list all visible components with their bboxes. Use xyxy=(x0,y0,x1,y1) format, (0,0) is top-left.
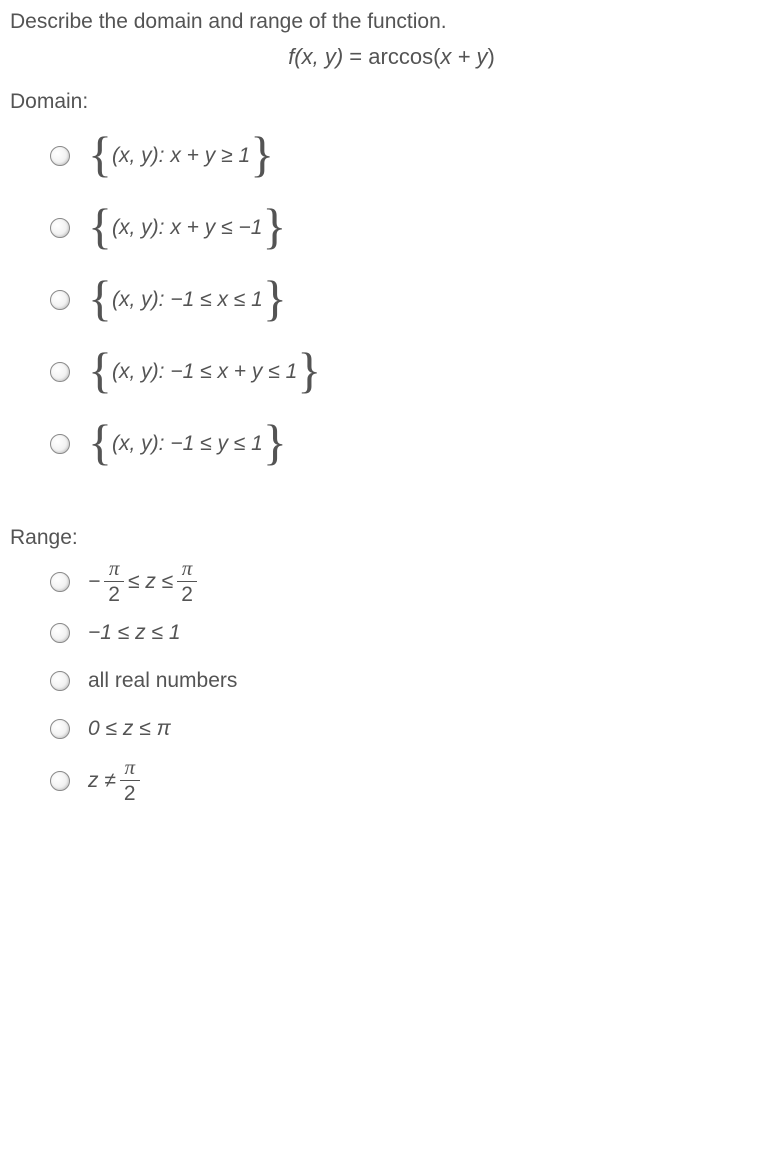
set-inner: (x, y): −1 ≤ y ≤ 1 xyxy=(112,432,263,456)
formula-lhs: f(x, y) xyxy=(288,44,343,69)
domain-option-5[interactable]: { (x, y): −1 ≤ y ≤ 1 } xyxy=(50,414,773,474)
domain-option-4[interactable]: { (x, y): −1 ≤ x + y ≤ 1 } xyxy=(50,342,773,402)
formula-eq: = xyxy=(343,44,368,69)
range-options: − π 2 ≤ z ≤ π 2 −1 ≤ z ≤ 1 all real numb… xyxy=(10,558,773,804)
radio-icon[interactable] xyxy=(50,146,70,166)
radio-icon[interactable] xyxy=(50,362,70,382)
option-math: − π 2 ≤ z ≤ π 2 xyxy=(88,558,201,605)
radio-icon[interactable] xyxy=(50,719,70,739)
option-math: z ≠ π 2 xyxy=(88,757,144,804)
radio-icon[interactable] xyxy=(50,771,70,791)
fraction-den: 2 xyxy=(177,581,197,605)
neg-sign: − xyxy=(88,570,100,594)
fraction-den: 2 xyxy=(104,581,124,605)
fraction-den: 2 xyxy=(120,780,140,804)
radio-icon[interactable] xyxy=(50,671,70,691)
option-math: { (x, y): −1 ≤ y ≤ 1 } xyxy=(88,432,287,456)
inequality-mid: ≤ z ≤ xyxy=(128,570,173,594)
formula-rhs-close: ) xyxy=(487,44,494,69)
option-math: { (x, y): x + y ≤ −1 } xyxy=(88,216,286,240)
domain-label: Domain: xyxy=(10,90,773,114)
domain-option-2[interactable]: { (x, y): x + y ≤ −1 } xyxy=(50,198,773,258)
z-neq: z ≠ xyxy=(88,769,116,793)
set-inner: (x, y): x + y ≤ −1 xyxy=(112,216,262,240)
domain-options: { (x, y): x + y ≥ 1 } { (x, y): x + y ≤ … xyxy=(10,126,773,474)
formula-rhs-arg: x + y xyxy=(440,44,487,69)
radio-icon[interactable] xyxy=(50,434,70,454)
formula-rhs-fn: arccos( xyxy=(368,44,440,69)
fraction: π 2 xyxy=(104,558,124,605)
set-inner: (x, y): x + y ≥ 1 xyxy=(112,144,250,168)
radio-icon[interactable] xyxy=(50,290,70,310)
option-math: { (x, y): −1 ≤ x ≤ 1 } xyxy=(88,288,287,312)
range-option-4[interactable]: 0 ≤ z ≤ π xyxy=(50,709,773,749)
range-option-2[interactable]: −1 ≤ z ≤ 1 xyxy=(50,613,773,653)
function-formula: f(x, y) = arccos(x + y) xyxy=(10,44,773,70)
radio-icon[interactable] xyxy=(50,623,70,643)
fraction-num: π xyxy=(120,757,139,780)
domain-option-1[interactable]: { (x, y): x + y ≥ 1 } xyxy=(50,126,773,186)
radio-icon[interactable] xyxy=(50,218,70,238)
range-option-1[interactable]: − π 2 ≤ z ≤ π 2 xyxy=(50,558,773,605)
option-math: { (x, y): x + y ≥ 1 } xyxy=(88,144,274,168)
option-math: −1 ≤ z ≤ 1 xyxy=(88,621,181,645)
set-inner: (x, y): −1 ≤ x ≤ 1 xyxy=(112,288,263,312)
option-math: { (x, y): −1 ≤ x + y ≤ 1 } xyxy=(88,360,321,384)
fraction-num: π xyxy=(105,558,124,581)
range-label: Range: xyxy=(10,526,773,550)
set-inner: (x, y): −1 ≤ x + y ≤ 1 xyxy=(112,360,297,384)
option-math: 0 ≤ z ≤ π xyxy=(88,717,171,741)
question-text: Describe the domain and range of the fun… xyxy=(10,10,773,34)
fraction: π 2 xyxy=(120,757,140,804)
option-text: all real numbers xyxy=(88,669,237,693)
range-option-5[interactable]: z ≠ π 2 xyxy=(50,757,773,804)
fraction-num: π xyxy=(178,558,197,581)
domain-option-3[interactable]: { (x, y): −1 ≤ x ≤ 1 } xyxy=(50,270,773,330)
radio-icon[interactable] xyxy=(50,572,70,592)
fraction: π 2 xyxy=(177,558,197,605)
range-option-3[interactable]: all real numbers xyxy=(50,661,773,701)
